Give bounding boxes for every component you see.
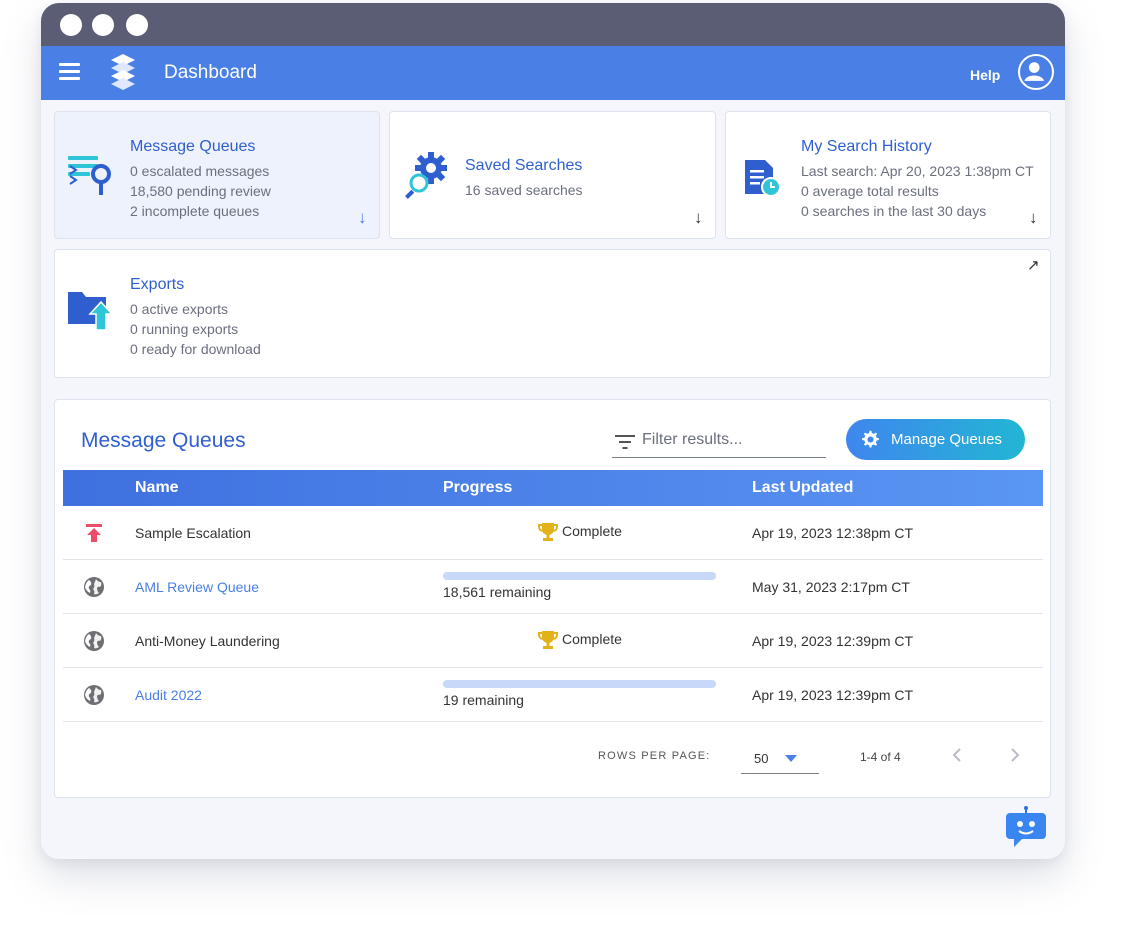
last-updated: Apr 19, 2023 12:39pm CT xyxy=(752,633,914,649)
table-row[interactable]: AML Review Queue 18,561 remaining May 31… xyxy=(63,560,1043,614)
app-logo-icon xyxy=(111,54,135,90)
manage-queues-label: Manage Queues xyxy=(891,431,1002,448)
last-updated: May 31, 2023 2:17pm CT xyxy=(752,579,910,595)
card-title: Message Queues xyxy=(130,138,256,155)
filter-field[interactable] xyxy=(612,424,826,458)
window-dot-minimize[interactable] xyxy=(92,14,114,36)
card-stat: 16 saved searches xyxy=(465,182,583,198)
folder-upload-icon xyxy=(68,292,114,331)
progress-bar xyxy=(443,680,716,688)
table-row[interactable]: Anti-Money Laundering Complete Apr 19, 2… xyxy=(63,614,1043,668)
column-header-progress[interactable]: Progress xyxy=(443,479,512,497)
last-updated: Apr 19, 2023 12:38pm CT xyxy=(752,525,914,541)
card-stat: 0 searches in the last 30 days xyxy=(801,203,987,219)
open-external-icon[interactable]: ↗ xyxy=(1027,256,1040,274)
card-stat: 18,580 pending review xyxy=(130,183,271,199)
remaining-count: 19 remaining xyxy=(443,692,524,708)
card-stat: 0 escalated messages xyxy=(130,163,270,179)
app-header: Dashboard Help xyxy=(41,46,1065,100)
card-stat: 2 incomplete queues xyxy=(130,203,260,219)
expand-arrow-icon[interactable]: ↓ xyxy=(358,208,367,228)
card-search-history[interactable]: My Search History Last search: Apr 20, 2… xyxy=(725,111,1051,239)
table-header: Name Progress Last Updated xyxy=(63,470,1043,506)
chatbot-icon[interactable] xyxy=(1004,805,1048,849)
card-stat: 0 active exports xyxy=(130,301,229,317)
chevron-right-icon[interactable] xyxy=(1004,745,1024,765)
rows-per-page-label: ROWS PER PAGE: xyxy=(598,750,711,762)
escalation-arrow-icon xyxy=(86,524,102,542)
help-link[interactable]: Help xyxy=(970,67,1000,83)
queue-name: Sample Escalation xyxy=(135,525,251,541)
app-window: Dashboard Help Message Queues 0 escalate… xyxy=(41,3,1065,859)
column-header-name[interactable]: Name xyxy=(135,479,179,497)
globe-icon xyxy=(84,685,104,705)
window-dot-close[interactable] xyxy=(60,14,82,36)
document-clock-icon xyxy=(745,160,781,197)
trophy-icon xyxy=(538,631,558,649)
filter-search-icon xyxy=(68,156,111,195)
queue-name-link[interactable]: AML Review Queue xyxy=(135,579,259,595)
panel-title: Message Queues xyxy=(81,429,246,452)
card-stat: 0 average total results xyxy=(801,183,939,199)
status-label: Complete xyxy=(562,631,622,647)
hamburger-menu-icon[interactable] xyxy=(59,63,80,81)
queue-name: Anti-Money Laundering xyxy=(135,633,280,649)
caret-down-icon xyxy=(785,755,797,762)
remaining-count: 18,561 remaining xyxy=(443,584,552,600)
table-row[interactable]: Audit 2022 19 remaining Apr 19, 2023 12:… xyxy=(63,668,1043,722)
message-queues-panel: Message Queues Manage Queues Name Progre… xyxy=(54,399,1051,798)
card-title: Exports xyxy=(130,276,185,293)
status-label: Complete xyxy=(562,523,622,539)
gear-search-icon xyxy=(405,152,447,199)
rows-per-page-select[interactable]: 50 xyxy=(741,740,819,774)
card-saved-searches[interactable]: Saved Searches 16 saved searches ↓ xyxy=(389,111,716,239)
card-exports[interactable]: Exports 0 active exports 0 running expor… xyxy=(54,249,1051,378)
table-row[interactable]: Sample Escalation Complete Apr 19, 2023 … xyxy=(63,506,1043,560)
card-title: Saved Searches xyxy=(465,157,583,174)
queue-name-link[interactable]: Audit 2022 xyxy=(135,687,202,703)
filter-list-icon xyxy=(615,435,635,449)
rows-per-page-value: 50 xyxy=(754,751,769,766)
filter-input[interactable] xyxy=(642,428,822,452)
page-range: 1-4 of 4 xyxy=(860,750,901,764)
globe-icon xyxy=(84,577,104,597)
trophy-icon xyxy=(538,523,558,541)
last-updated: Apr 19, 2023 12:39pm CT xyxy=(752,687,914,703)
window-dot-maximize[interactable] xyxy=(126,14,148,36)
globe-icon xyxy=(84,631,104,651)
pagination: ROWS PER PAGE: 50 1-4 of 4 xyxy=(55,736,1050,776)
card-stat: 0 running exports xyxy=(130,321,239,337)
card-stat: Last search: Apr 20, 2023 1:38pm CT xyxy=(801,163,1034,179)
window-titlebar xyxy=(41,3,1065,46)
expand-arrow-icon[interactable]: ↓ xyxy=(694,208,703,228)
page-title: Dashboard xyxy=(164,62,257,83)
expand-arrow-icon[interactable]: ↓ xyxy=(1029,208,1038,228)
card-message-queues[interactable]: Message Queues 0 escalated messages 18,5… xyxy=(54,111,380,239)
progress-bar xyxy=(443,572,716,580)
column-header-last-updated[interactable]: Last Updated xyxy=(752,479,853,497)
gear-icon xyxy=(862,430,879,448)
chevron-left-icon[interactable] xyxy=(948,745,968,765)
user-avatar-icon[interactable] xyxy=(1018,54,1054,90)
card-stat: 0 ready for download xyxy=(130,341,261,357)
manage-queues-button[interactable]: Manage Queues xyxy=(846,419,1025,460)
card-title: My Search History xyxy=(801,138,932,155)
